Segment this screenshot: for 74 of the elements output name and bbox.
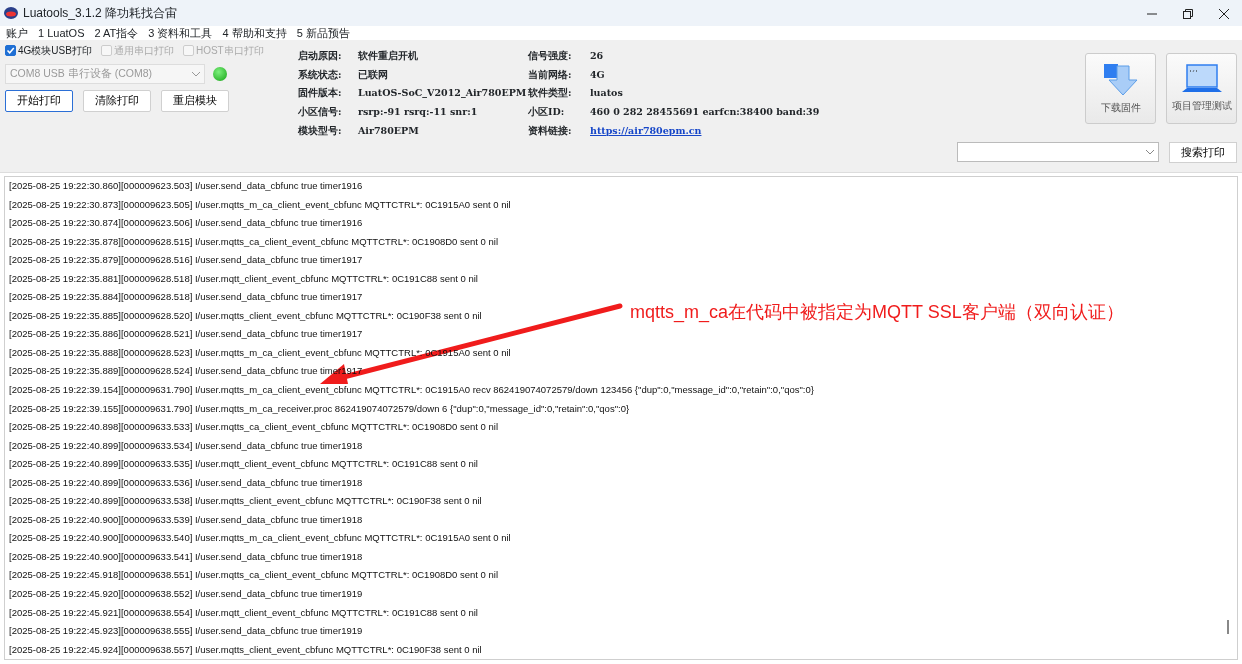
tool-button-label: 项目管理测试 bbox=[1171, 99, 1232, 113]
action-button[interactable]: 开始打印 bbox=[5, 90, 73, 112]
info-value: luatos bbox=[590, 86, 624, 101]
dropdown-caret-icon bbox=[192, 71, 200, 77]
log-line: [2025-08-25 19:22:45.918][000009638.551] I/user.mqtts_ca_client_event_cbfunc MQTTCTRL*: 0C1908D0 sent 0 nil bbox=[9, 568, 499, 583]
restore-icon bbox=[1183, 8, 1193, 19]
log-line: [2025-08-25 19:22:40.899][000009633.535] I/user.mqtt_client_event_cbfunc MQTTCTRL*: 0C191C88 sent 0 nil bbox=[9, 457, 478, 472]
log-line: [2025-08-25 19:22:35.886][000009628.521] I/user.send_data_cbfunc true timer1917 bbox=[9, 327, 363, 342]
log-line: [2025-08-25 19:22:40.898][000009633.533] I/user.mqtts_ca_client_event_cbfunc MQTTCTRL*: 0C1908D0 sent 0 nil bbox=[9, 420, 499, 435]
menu-item[interactable]: 账户 bbox=[6, 26, 28, 40]
info-label: 当前网络: bbox=[528, 67, 573, 82]
info-label: 系统状态: bbox=[298, 67, 343, 82]
checkbox-label: HOST串口打印 bbox=[195, 44, 264, 58]
download-arrow-icon bbox=[1102, 62, 1139, 96]
info-label: 启动原因: bbox=[298, 49, 343, 63]
info-value: LuatOS-SoC_V2012_Air780EPM bbox=[358, 86, 528, 101]
log-line: [2025-08-25 19:22:30.874][000009623.506] I/user.send_data_cbfunc true timer1916 bbox=[9, 216, 363, 231]
menu-item[interactable]: 4 帮助和支持 bbox=[222, 26, 287, 40]
log-line: [2025-08-25 19:22:35.884][000009628.518] I/user.send_data_cbfunc true timer1917 bbox=[9, 290, 363, 305]
info-link[interactable]: https://air780epm.cn bbox=[590, 121, 850, 141]
log-line: [2025-08-25 19:22:40.899][000009633.536] I/user.send_data_cbfunc true timer1918 bbox=[9, 475, 363, 490]
scrollbar-thumb[interactable] bbox=[1227, 620, 1229, 634]
menu-item[interactable]: 3 资料和工具 bbox=[148, 26, 213, 40]
log-line: [2025-08-25 19:22:39.155][000009631.790] I/user.mqtts_m_ca_receiver.proc 862419074072579/down 6 {"dup":0,"message_id":0,"retain":0,"qos":0} bbox=[9, 401, 630, 416]
log-line: [2025-08-25 19:22:35.879][000009628.516] I/user.send_data_cbfunc true timer1917 bbox=[9, 253, 363, 268]
info-label: 信号强度: bbox=[528, 49, 573, 63]
info-value: 26 bbox=[590, 49, 605, 63]
annotation-text: mqtts_m_ca在代码中被指定为MQTT SSL客户端（双向认证） bbox=[630, 301, 1124, 325]
tool-button-label: 下载固件 bbox=[1100, 101, 1141, 115]
info-value: 460 0 282 28455691 earfcn:38400 band:39 bbox=[590, 105, 821, 120]
log-line: [2025-08-25 19:22:30.873][000009623.505] I/user.mqtts_m_ca_client_event_cbfunc MQTTCTRL*: 0C1915A0 sent 0 nil bbox=[9, 197, 511, 212]
info-label: 小区信号: bbox=[298, 105, 343, 120]
search-dropdown[interactable] bbox=[957, 142, 1159, 162]
log-line: [2025-08-25 19:22:40.899][000009633.538] I/user.mqtts_client_event_cbfunc MQTTCTRL*: 0C190F38 sent 0 nil bbox=[9, 494, 482, 509]
log-line: [2025-08-25 19:22:45.921][000009638.554] I/user.mqtt_client_event_cbfunc MQTTCTRL*: 0C191C88 sent 0 nil bbox=[9, 605, 478, 620]
action-button[interactable]: 重启模块 bbox=[161, 90, 229, 112]
checkbox-label: 通用串口打印 bbox=[113, 44, 174, 58]
info-label: 资料链接: bbox=[528, 123, 573, 138]
info-label: 软件类型: bbox=[528, 86, 573, 101]
port-value: COM8 USB 串行设备 (COM8) bbox=[10, 66, 152, 82]
log-line: [2025-08-25 19:22:45.924][000009638.557] I/user.mqtts_client_event_cbfunc MQTTCTRL*: 0C190F38 sent 0 nil bbox=[9, 642, 482, 657]
log-line: [2025-08-25 19:22:40.900][000009633.540] I/user.mqtts_m_ca_client_event_cbfunc MQTTCTRL*: 0C1915A0 sent 0 nil bbox=[9, 531, 511, 546]
info-value: 4G bbox=[590, 67, 606, 82]
window-title: Luatools_3.1.2 降功耗找合宙 bbox=[23, 5, 178, 22]
log-line: [2025-08-25 19:22:45.920][000009638.552] I/user.send_data_cbfunc true timer1919 bbox=[9, 587, 363, 602]
info-value: Air780EPM bbox=[358, 123, 420, 138]
log-line: [2025-08-25 19:22:40.900][000009633.541] I/user.send_data_cbfunc true timer1918 bbox=[9, 549, 363, 564]
menu-item[interactable]: 1 LuatOS bbox=[38, 26, 85, 40]
info-label: 固件版本: bbox=[298, 86, 343, 101]
menu-item[interactable]: 5 新品预告 bbox=[296, 26, 350, 40]
search-print-button[interactable]: 搜索打印 bbox=[1169, 142, 1237, 163]
menu-item[interactable]: 2 AT指令 bbox=[94, 26, 139, 40]
tool-button[interactable]: 项目管理测试 bbox=[1166, 53, 1237, 124]
log-line: [2025-08-25 19:22:45.923][000009638.555] I/user.send_data_cbfunc true timer1919 bbox=[9, 624, 363, 639]
log-line: [2025-08-25 19:22:30.860][000009623.503] I/user.send_data_cbfunc true timer1916 bbox=[9, 179, 363, 193]
app-logo-icon bbox=[4, 7, 18, 19]
checkbox[interactable] bbox=[5, 45, 16, 56]
log-line: [2025-08-25 19:22:35.881][000009628.518] I/user.mqtt_client_event_cbfunc MQTTCTRL*: 0C191C88 sent 0 nil bbox=[9, 271, 478, 286]
log-line: [2025-08-25 19:22:40.899][000009633.534] I/user.send_data_cbfunc true timer1918 bbox=[9, 438, 363, 453]
info-value: 已联网 bbox=[358, 67, 389, 82]
log-line: [2025-08-25 19:22:40.900][000009633.539] I/user.send_data_cbfunc true timer1918 bbox=[9, 512, 363, 527]
tool-button[interactable]: 下载固件 bbox=[1085, 53, 1156, 124]
info-label: 模块型号: bbox=[298, 123, 343, 138]
log-line: [2025-08-25 19:22:39.154][000009631.790] I/user.mqtts_m_ca_client_event_cbfunc MQTTCTRL*: 0C1915A0 recv 862419074072579/down 123456 {"dup":0,"message_id":0,"retain":0,"qos":0} bbox=[9, 383, 814, 397]
action-button[interactable]: 清除打印 bbox=[83, 90, 151, 112]
info-value: rsrp:-91 rsrq:-11 snr:1 bbox=[358, 105, 479, 120]
close-icon bbox=[1219, 8, 1229, 19]
info-value: 软件重启开机 bbox=[358, 49, 419, 63]
laptop-icon bbox=[1180, 64, 1223, 94]
log-line: [2025-08-25 19:22:35.878][000009628.515] I/user.mqtts_ca_client_event_cbfunc MQTTCTRL*: 0C1908D0 sent 0 nil bbox=[9, 234, 499, 249]
dropdown-caret-icon bbox=[1146, 149, 1154, 155]
checkbox-label: 4G模块USB打印 bbox=[18, 44, 92, 58]
info-label: 小区ID: bbox=[528, 105, 566, 120]
log-line: [2025-08-25 19:22:35.885][000009628.520] I/user.mqtts_client_event_cbfunc MQTTCTRL*: 0C190F38 sent 0 nil bbox=[9, 308, 482, 323]
